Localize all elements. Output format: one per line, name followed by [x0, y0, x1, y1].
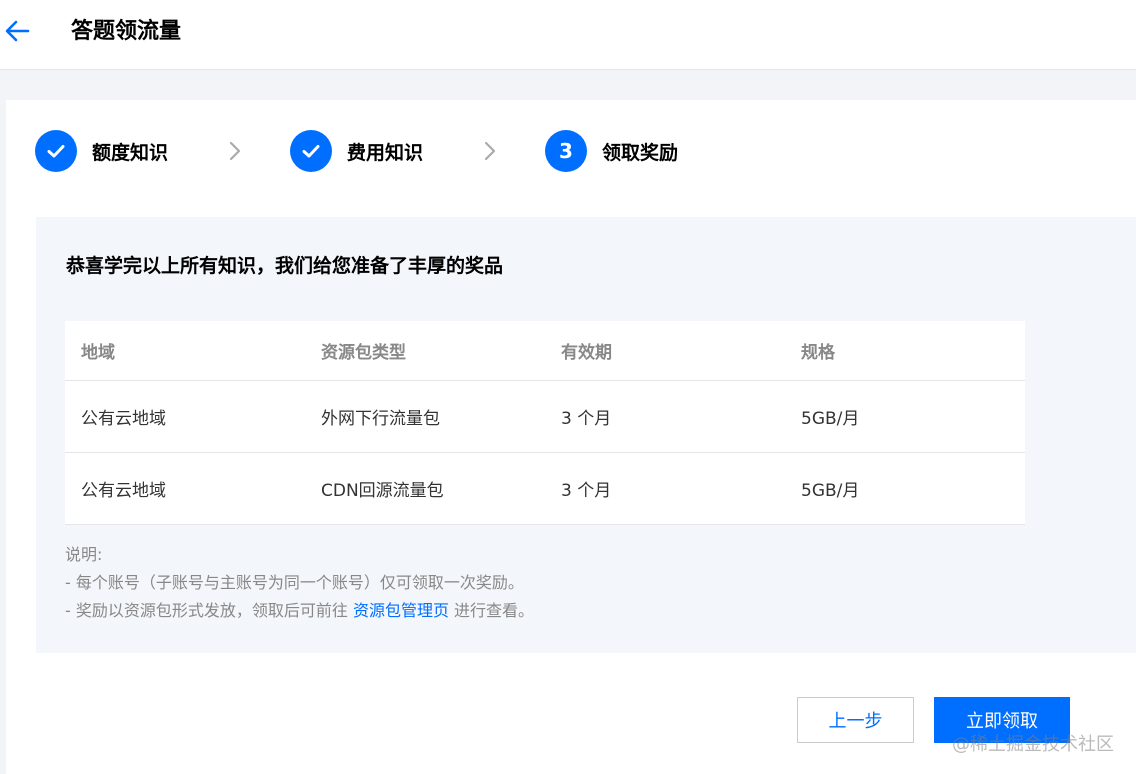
step-claim-reward: 3 领取奖励 — [545, 130, 678, 172]
step-cost-knowledge: 费用知识 — [290, 130, 423, 172]
column-header-package-type: 资源包类型 — [321, 343, 406, 363]
cell-validity: 3 个月 — [561, 409, 612, 429]
cell-package-type: CDN回源流量包 — [321, 481, 444, 501]
table-row: 公有云地域 外网下行流量包 3 个月 5GB/月 — [65, 381, 1025, 453]
watermark: @稀土掘金技术社区 — [952, 734, 1114, 755]
step-3-label: 领取奖励 — [602, 141, 679, 164]
reward-heading: 恭喜学完以上所有知识，我们给您准备了丰厚的奖品 — [66, 255, 504, 277]
chevron-right-icon — [484, 141, 496, 161]
column-header-region: 地域 — [81, 343, 115, 363]
table-header-row: 地域 资源包类型 有效期 规格 — [65, 321, 1025, 381]
check-icon — [302, 145, 320, 158]
notes-title: 说明: — [65, 545, 103, 564]
step-1-label: 额度知识 — [92, 141, 169, 164]
cell-spec: 5GB/月 — [801, 481, 860, 501]
cell-region: 公有云地域 — [81, 409, 166, 429]
reward-panel: 恭喜学完以上所有知识，我们给您准备了丰厚的奖品 地域 资源包类型 有效期 规格 … — [36, 217, 1136, 653]
main-card: 额度知识 费用知识 3 领取奖励 恭喜学完以上所有知识，我们给您准备了丰厚的奖品… — [6, 100, 1136, 774]
cell-validity: 3 个月 — [561, 481, 612, 501]
step-3-number-badge: 3 — [545, 130, 587, 172]
top-bar: 答题领流量 — [0, 0, 1136, 70]
chevron-right-icon — [229, 141, 241, 161]
notes-line-2: - 奖励以资源包形式发放，领取后可前往 资源包管理页 进行查看。 — [65, 597, 534, 625]
step-1-complete-badge — [35, 130, 77, 172]
notes: 说明: - 每个账号（子账号与主账号为同一个账号）仅可领取一次奖励。 - 奖励以… — [65, 541, 534, 625]
notes-line-2-prefix: - 奖励以资源包形式发放，领取后可前往 — [65, 601, 353, 620]
cell-spec: 5GB/月 — [801, 409, 860, 429]
notes-line-1: - 每个账号（子账号与主账号为同一个账号）仅可领取一次奖励。 — [65, 573, 524, 592]
cell-package-type: 外网下行流量包 — [321, 409, 440, 429]
page-title: 答题领流量 — [71, 19, 182, 44]
previous-step-button[interactable]: 上一步 — [797, 697, 914, 743]
notes-line-2-suffix: 进行查看。 — [448, 601, 535, 620]
step-2-label: 费用知识 — [347, 141, 424, 164]
table-row: 公有云地域 CDN回源流量包 3 个月 5GB/月 — [65, 453, 1025, 525]
step-2-complete-badge — [290, 130, 332, 172]
step-quota-knowledge: 额度知识 — [35, 130, 168, 172]
check-icon — [47, 145, 65, 158]
column-header-validity: 有效期 — [561, 343, 612, 363]
reward-table: 地域 资源包类型 有效期 规格 公有云地域 外网下行流量包 3 个月 5GB/月… — [65, 321, 1025, 525]
column-header-spec: 规格 — [801, 343, 835, 363]
cell-region: 公有云地域 — [81, 481, 166, 501]
resource-package-link[interactable]: 资源包管理页 — [353, 601, 449, 620]
back-arrow-icon[interactable] — [4, 18, 30, 44]
